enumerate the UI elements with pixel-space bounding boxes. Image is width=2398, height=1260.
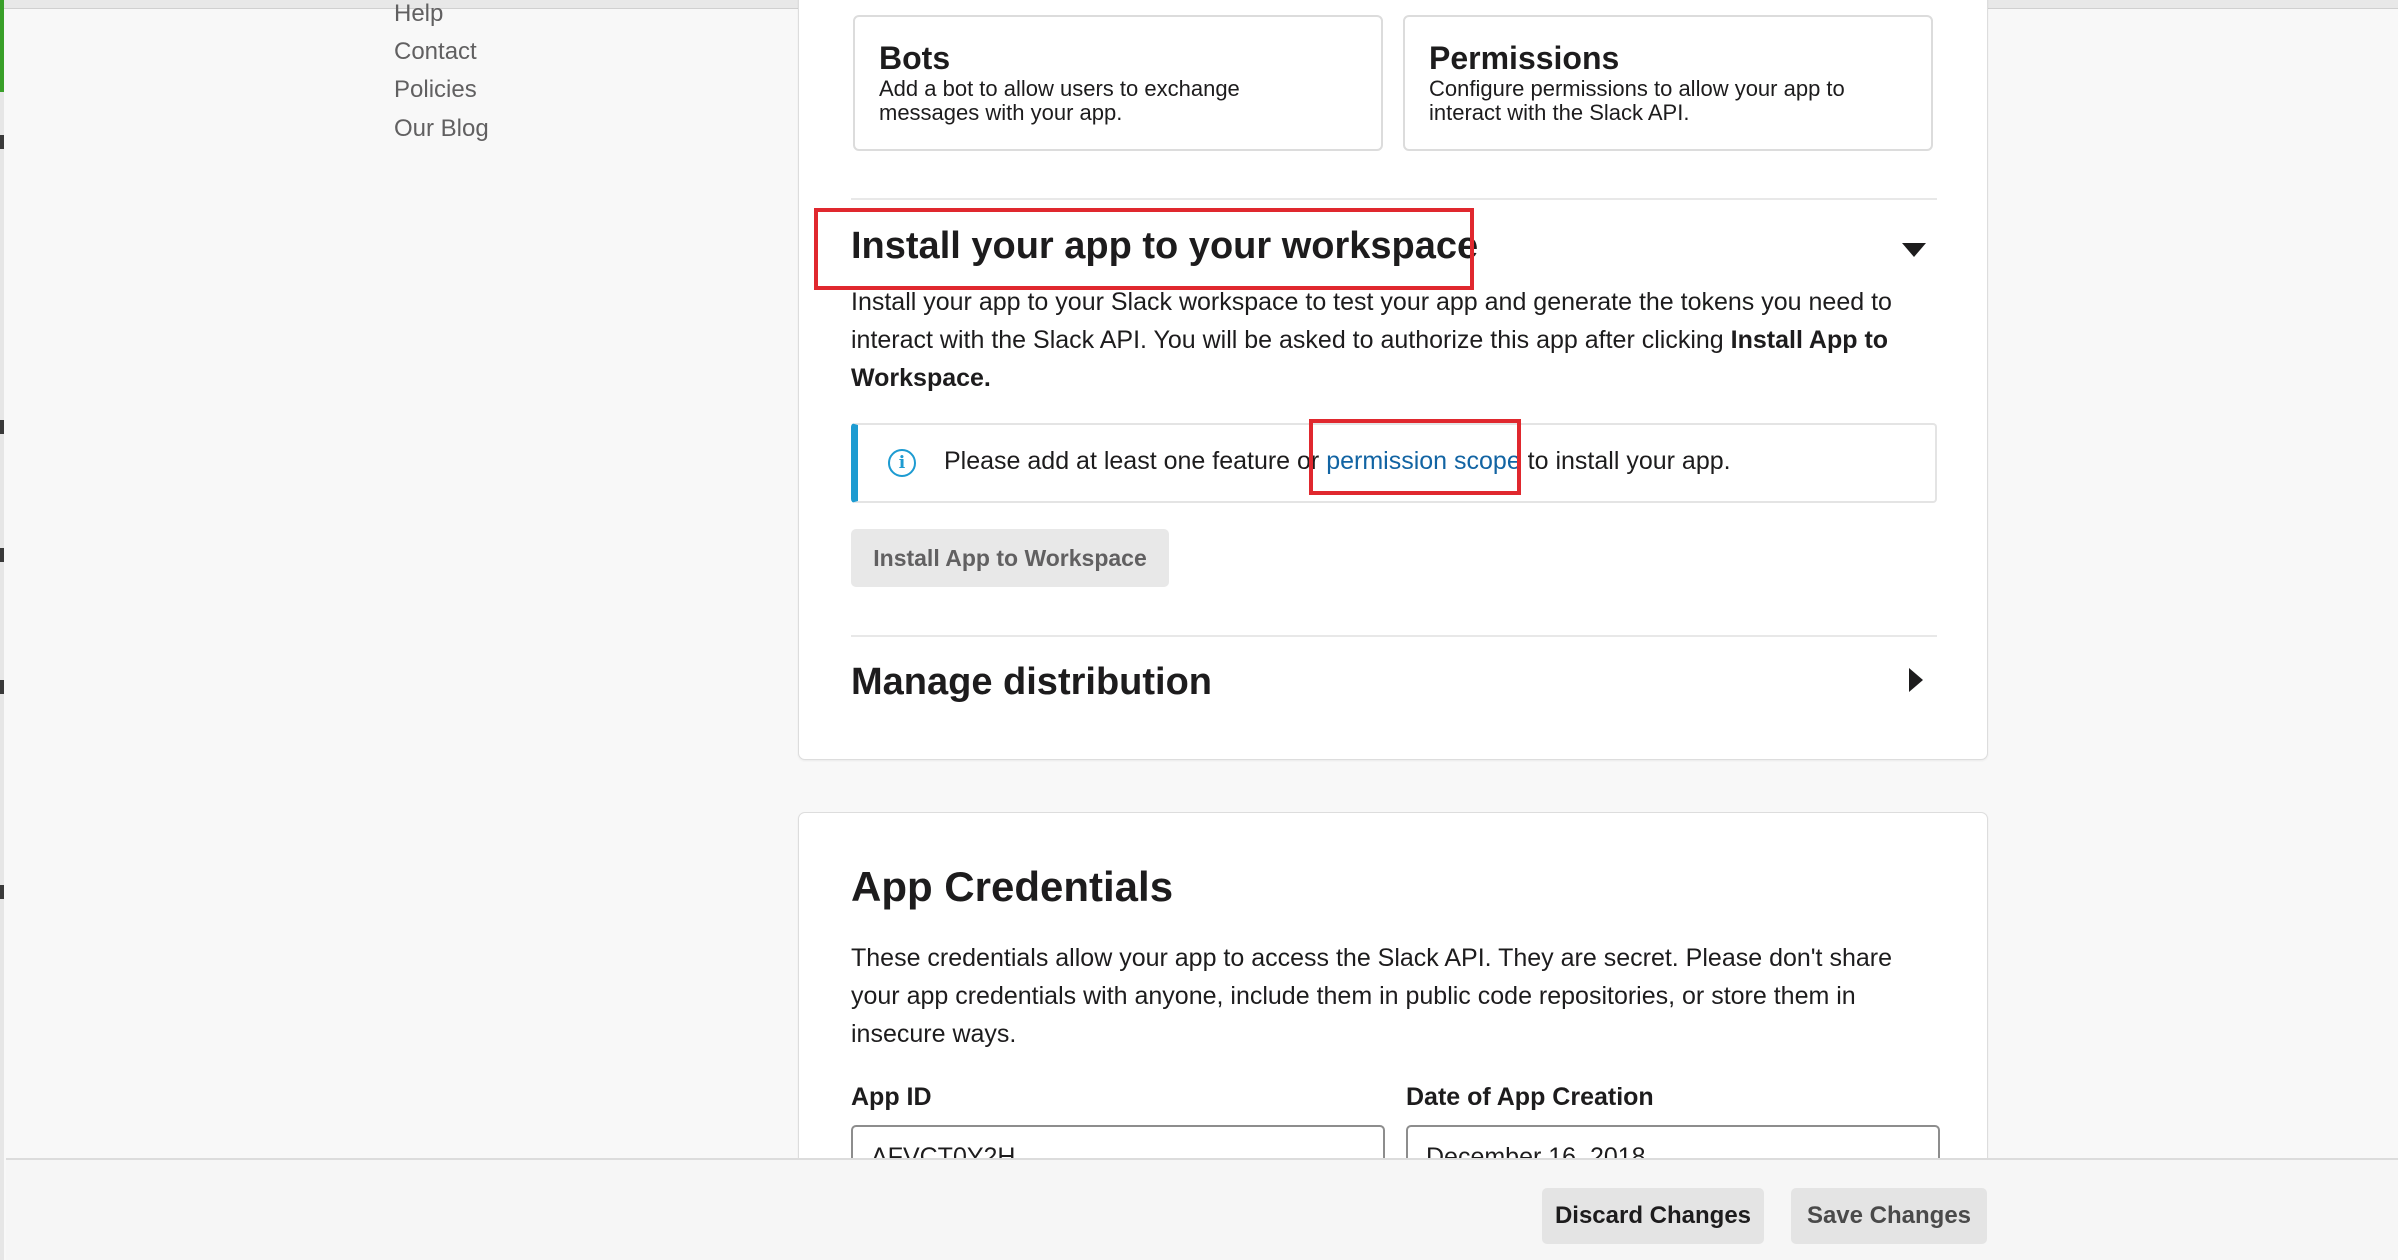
permissions-description-line2: interact with the Slack API. [1429, 100, 1690, 125]
bots-description-line2: messages with your app. [879, 100, 1123, 125]
manage-distribution-heading[interactable]: Manage distribution [851, 661, 1212, 704]
install-app-button[interactable]: Install App to Workspace [851, 529, 1169, 587]
info-icon: i [888, 449, 916, 477]
credentials-description-line3: insecure ways. [851, 1020, 1017, 1048]
install-description-line2: interact with the Slack API. You will be… [851, 326, 1889, 354]
left-edge-mark [0, 135, 4, 149]
permissions-title: Permissions [1429, 40, 1620, 76]
credentials-description-line1: These credentials allow your app to acce… [851, 944, 1892, 972]
section-divider [851, 198, 1937, 200]
left-edge-mark [0, 885, 4, 899]
permissions-description-line1: Configure permissions to allow your app … [1429, 76, 1845, 101]
credentials-description: These credentials allow your app to acce… [851, 939, 1941, 1053]
creation-date-label: Date of App Creation [1406, 1083, 1654, 1111]
save-changes-button[interactable]: Save Changes [1791, 1188, 1987, 1244]
sidebar-link-help[interactable]: Help [394, 0, 443, 28]
sidebar-link-blog[interactable]: Our Blog [394, 115, 489, 143]
caret-right-icon[interactable] [1907, 667, 1925, 693]
heading-highlight-box [814, 208, 1474, 290]
app-credentials-heading: App Credentials [851, 863, 1174, 910]
bots-feature-card[interactable]: Bots Add a bot to allow users to exchang… [853, 15, 1383, 151]
left-window-edge [0, 0, 4, 1260]
app-id-label: App ID [851, 1083, 932, 1111]
install-description-line3: Workspace. [851, 364, 991, 392]
credentials-description-line2: your app credentials with anyone, includ… [851, 982, 1856, 1010]
permissions-feature-card[interactable]: Permissions Configure permissions to all… [1403, 15, 1933, 151]
left-edge-mark [0, 680, 4, 694]
left-edge-accent [0, 0, 4, 92]
install-description: Install your app to your Slack workspace… [851, 283, 1941, 397]
bots-title: Bots [879, 40, 951, 76]
sidebar-link-contact[interactable]: Contact [394, 38, 477, 66]
section-divider [851, 635, 1937, 637]
sidebar-link-policies[interactable]: Policies [394, 76, 477, 104]
basic-info-card: Bots Add a bot to allow users to exchang… [798, 0, 1988, 760]
left-edge-mark [0, 548, 4, 562]
caret-down-icon[interactable] [1901, 241, 1927, 259]
bottom-action-bar: Discard Changes Save Changes [6, 1158, 2398, 1260]
discard-changes-button[interactable]: Discard Changes [1542, 1188, 1764, 1244]
left-edge-mark [0, 420, 4, 434]
bots-description-line1: Add a bot to allow users to exchange [879, 76, 1240, 101]
link-highlight-box [1309, 419, 1521, 495]
